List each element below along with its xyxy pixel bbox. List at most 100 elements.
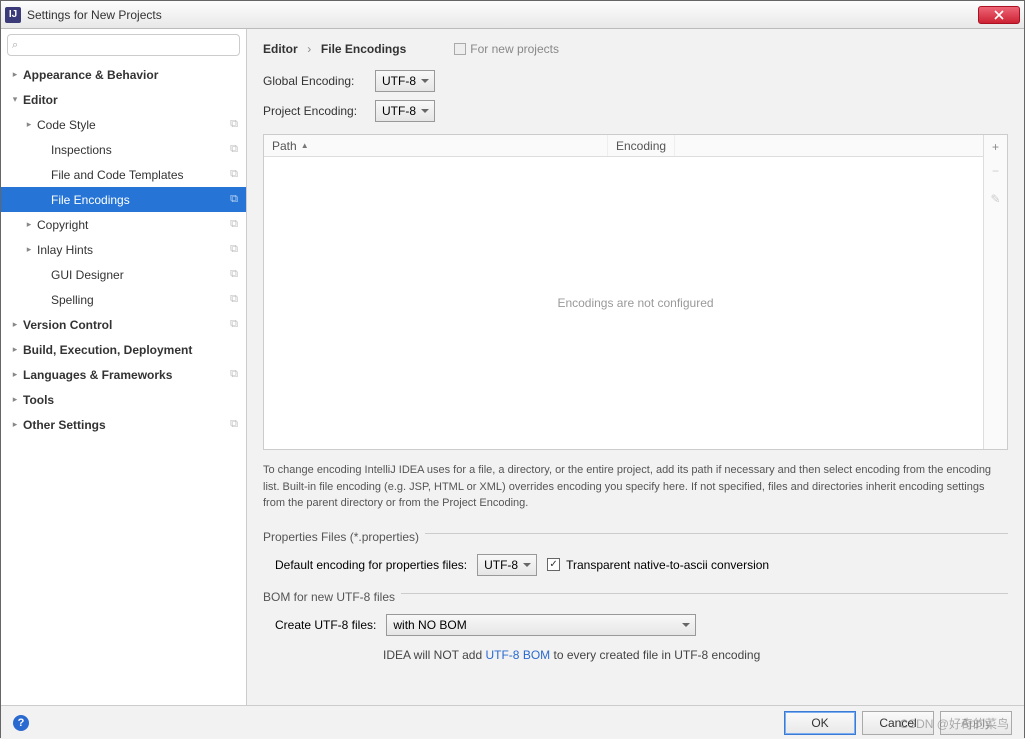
table-toolbar: + − ✎ xyxy=(983,135,1007,449)
properties-encoding-value: UTF-8 xyxy=(484,558,518,572)
sidebar-item-code-style[interactable]: ▸Code Style⧉ xyxy=(1,112,246,137)
sidebar-item-label: Code Style xyxy=(37,118,246,132)
column-encoding[interactable]: Encoding xyxy=(608,135,675,156)
sidebar-item-label: Appearance & Behavior xyxy=(23,68,246,82)
sidebar-item-editor[interactable]: ▾Editor xyxy=(1,87,246,112)
chevron-down-icon[interactable]: ▾ xyxy=(9,94,21,105)
sidebar-item-version-control[interactable]: ▸Version Control⧉ xyxy=(1,312,246,337)
empty-text: Encodings are not configured xyxy=(557,296,713,310)
sidebar-item-tools[interactable]: ▸Tools xyxy=(1,387,246,412)
dialog-footer: ? OK Cancel Apply xyxy=(1,705,1024,739)
bom-group-body: Create UTF-8 files: with NO BOM xyxy=(247,604,1024,642)
sidebar-item-label: Spelling xyxy=(51,293,246,307)
window-title: Settings for New Projects xyxy=(27,8,978,22)
sidebar-item-label: Inlay Hints xyxy=(37,243,246,257)
search-input[interactable] xyxy=(20,38,235,52)
breadcrumb-row: Editor › File Encodings For new projects xyxy=(247,29,1024,66)
sort-asc-icon: ▲ xyxy=(301,141,309,150)
copy-icon: ⧉ xyxy=(230,293,238,306)
copy-icon: ⧉ xyxy=(230,318,238,331)
bom-create-dropdown[interactable]: with NO BOM xyxy=(386,614,696,636)
column-encoding-label: Encoding xyxy=(616,139,666,153)
global-encoding-value: UTF-8 xyxy=(382,74,416,88)
bom-group-text: BOM for new UTF-8 files xyxy=(263,590,401,604)
sidebar-item-languages-frameworks[interactable]: ▸Languages & Frameworks⧉ xyxy=(1,362,246,387)
copy-icon: ⧉ xyxy=(230,193,238,206)
transparent-checkbox[interactable] xyxy=(547,558,560,571)
column-path-label: Path xyxy=(272,139,297,153)
copy-icon xyxy=(454,43,466,55)
sidebar-item-label: Languages & Frameworks xyxy=(23,368,246,382)
copy-icon: ⧉ xyxy=(230,168,238,181)
sidebar: ⌕ ▸Appearance & Behavior▾Editor▸Code Sty… xyxy=(1,29,247,705)
copy-icon: ⧉ xyxy=(230,118,238,131)
copy-icon: ⧉ xyxy=(230,218,238,231)
close-button[interactable] xyxy=(978,6,1020,24)
sidebar-item-label: Other Settings xyxy=(23,418,246,432)
sidebar-item-appearance-behavior[interactable]: ▸Appearance & Behavior xyxy=(1,62,246,87)
bom-create-value: with NO BOM xyxy=(393,618,466,632)
bom-group-label: BOM for new UTF-8 files xyxy=(247,582,1024,604)
for-new-text: For new projects xyxy=(470,42,559,56)
column-path[interactable]: Path ▲ xyxy=(264,135,608,156)
sidebar-item-inlay-hints[interactable]: ▸Inlay Hints⧉ xyxy=(1,237,246,262)
bom-info-prefix: IDEA will NOT add xyxy=(383,648,485,662)
chevron-right-icon[interactable]: ▸ xyxy=(9,419,21,430)
sidebar-item-gui-designer[interactable]: ▸GUI Designer⧉ xyxy=(1,262,246,287)
sidebar-item-label: Editor xyxy=(23,93,246,107)
edit-button[interactable]: ✎ xyxy=(984,187,1007,211)
transparent-checkbox-row[interactable]: Transparent native-to-ascii conversion xyxy=(547,558,769,572)
copy-icon: ⧉ xyxy=(230,143,238,156)
sidebar-item-file-encodings[interactable]: ▸File Encodings⧉ xyxy=(1,187,246,212)
chevron-right-icon[interactable]: ▸ xyxy=(9,369,21,380)
project-encoding-row: Project Encoding: UTF-8 xyxy=(247,96,1024,126)
settings-tree: ▸Appearance & Behavior▾Editor▸Code Style… xyxy=(1,60,246,705)
cancel-button[interactable]: Cancel xyxy=(862,711,934,735)
sidebar-item-spelling[interactable]: ▸Spelling⧉ xyxy=(1,287,246,312)
sidebar-item-label: Inspections xyxy=(51,143,246,157)
help-button[interactable]: ? xyxy=(13,715,29,731)
chevron-right-icon[interactable]: ▸ xyxy=(23,219,35,230)
chevron-right-icon[interactable]: ▸ xyxy=(9,394,21,405)
chevron-right-icon[interactable]: ▸ xyxy=(23,119,35,130)
properties-group-text: Properties Files (*.properties) xyxy=(263,530,425,544)
properties-encoding-dropdown[interactable]: UTF-8 xyxy=(477,554,537,576)
sidebar-item-label: GUI Designer xyxy=(51,268,246,282)
bom-create-row: Create UTF-8 files: with NO BOM xyxy=(275,614,1008,636)
bom-info-suffix: to every created file in UTF-8 encoding xyxy=(550,648,760,662)
chevron-right-icon[interactable]: ▸ xyxy=(9,69,21,80)
sidebar-item-file-and-code-templates[interactable]: ▸File and Code Templates⧉ xyxy=(1,162,246,187)
close-icon xyxy=(994,10,1004,20)
table-header: Path ▲ Encoding xyxy=(264,135,1007,157)
transparent-label: Transparent native-to-ascii conversion xyxy=(566,558,769,572)
add-button[interactable]: + xyxy=(984,135,1007,159)
project-encoding-dropdown[interactable]: UTF-8 xyxy=(375,100,435,122)
chevron-right-icon[interactable]: ▸ xyxy=(23,244,35,255)
remove-button[interactable]: − xyxy=(984,159,1007,183)
for-new-projects-label: For new projects xyxy=(454,42,559,56)
copy-icon: ⧉ xyxy=(230,268,238,281)
ok-button[interactable]: OK xyxy=(784,711,856,735)
apply-button[interactable]: Apply xyxy=(940,711,1012,735)
help-text: To change encoding IntelliJ IDEA uses fo… xyxy=(247,454,1024,522)
sidebar-item-copyright[interactable]: ▸Copyright⧉ xyxy=(1,212,246,237)
app-icon: IJ xyxy=(5,7,21,23)
encoding-table: Path ▲ Encoding Encodings are not config… xyxy=(263,134,1008,450)
project-encoding-label: Project Encoding: xyxy=(263,104,375,118)
table-body: Encodings are not configured xyxy=(264,157,1007,449)
sidebar-item-label: Copyright xyxy=(37,218,246,232)
chevron-right-icon[interactable]: ▸ xyxy=(9,344,21,355)
utf8-bom-link[interactable]: UTF-8 BOM xyxy=(485,648,550,662)
breadcrumb-part-editor[interactable]: Editor xyxy=(263,42,298,56)
properties-default-row: Default encoding for properties files: U… xyxy=(275,554,1008,576)
copy-icon: ⧉ xyxy=(230,418,238,431)
properties-group-body: Default encoding for properties files: U… xyxy=(247,544,1024,582)
breadcrumb: Editor › File Encodings xyxy=(263,41,406,56)
sidebar-item-other-settings[interactable]: ▸Other Settings⧉ xyxy=(1,412,246,437)
sidebar-item-inspections[interactable]: ▸Inspections⧉ xyxy=(1,137,246,162)
search-box[interactable]: ⌕ xyxy=(7,34,240,56)
chevron-right-icon[interactable]: ▸ xyxy=(9,319,21,330)
global-encoding-dropdown[interactable]: UTF-8 xyxy=(375,70,435,92)
sidebar-item-build-execution-deployment[interactable]: ▸Build, Execution, Deployment xyxy=(1,337,246,362)
sidebar-item-label: Build, Execution, Deployment xyxy=(23,343,246,357)
